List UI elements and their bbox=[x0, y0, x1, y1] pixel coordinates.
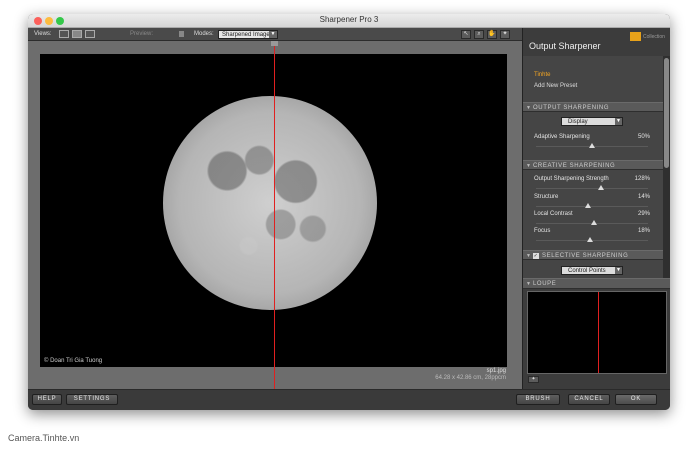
loupe-header[interactable]: ▼ LOUPE bbox=[523, 278, 670, 289]
split-preview-button[interactable] bbox=[72, 30, 82, 38]
logo-text: Collection bbox=[643, 34, 665, 40]
modes-dropdown-value: Sharpened Image bbox=[222, 32, 270, 38]
controls-scroll-area[interactable]: Tinhte Add New Preset ▼ OUTPUT SHARPENIN… bbox=[523, 56, 663, 278]
creative-sharpening-header[interactable]: ▼ CREATIVE SHARPENING bbox=[523, 160, 663, 170]
output-sharpening-header[interactable]: ▼ OUTPUT SHARPENING bbox=[523, 102, 663, 112]
views-label: Views: bbox=[34, 31, 52, 37]
slider-label: Structure bbox=[534, 194, 559, 200]
window-title: Sharpener Pro 3 bbox=[319, 15, 379, 24]
loupe-pin-button[interactable]: ✦ bbox=[528, 376, 539, 383]
structure-slider[interactable] bbox=[536, 206, 648, 207]
watermark-text: Camera.Tinhte.vn bbox=[8, 433, 80, 443]
slider-value: 50% bbox=[637, 134, 650, 140]
single-view-button[interactable] bbox=[59, 30, 69, 38]
loupe-split-line bbox=[598, 292, 599, 373]
output-strength-thumb[interactable] bbox=[597, 185, 604, 190]
cancel-button[interactable]: CANCEL bbox=[568, 394, 610, 405]
panel-scrollbar[interactable] bbox=[663, 56, 670, 278]
selective-sharpening-header[interactable]: ▼ ✓ SELECTIVE SHARPENING bbox=[523, 250, 663, 260]
chevron-down-icon: ▼ bbox=[615, 267, 622, 274]
bottom-bar: HELP SETTINGS BRUSH CANCEL OK bbox=[28, 389, 670, 410]
preview-lock-icon[interactable] bbox=[179, 31, 184, 37]
preset-tinhte[interactable]: Tinhte bbox=[534, 72, 550, 78]
ok-button[interactable]: OK bbox=[615, 394, 657, 405]
collapse-arrow-icon: ▼ bbox=[526, 105, 532, 111]
loupe-view bbox=[527, 291, 667, 374]
focus-thumb[interactable] bbox=[586, 237, 593, 242]
file-dimensions: 64.28 x 42.86 cm, 28ppcm bbox=[435, 375, 506, 381]
zoom-tool-icon[interactable]: ⌕ bbox=[474, 30, 484, 39]
selective-sharpening-checkbox[interactable]: ✓ bbox=[533, 253, 539, 259]
add-new-preset[interactable]: Add New Preset bbox=[534, 83, 577, 89]
help-button[interactable]: HELP bbox=[32, 394, 62, 405]
arrow-tool-icon[interactable]: ↖ bbox=[461, 30, 471, 39]
collapse-arrow-icon: ▼ bbox=[526, 281, 532, 287]
split-line[interactable] bbox=[274, 41, 275, 389]
title-bar: Sharpener Pro 3 bbox=[28, 14, 670, 28]
logo-badge bbox=[630, 32, 641, 41]
image-copyright: © Doan Tri Gia Tuong bbox=[44, 358, 103, 364]
preview-canvas[interactable]: © Doan Tri Gia Tuong sp1.jpg 64.28 x 42.… bbox=[28, 41, 522, 389]
brush-button[interactable]: BRUSH bbox=[516, 394, 560, 405]
slider-value: 18% bbox=[637, 228, 650, 234]
structure-thumb[interactable] bbox=[584, 203, 591, 208]
control-points-dropdown[interactable]: Control Points ▼ bbox=[561, 266, 623, 275]
local-contrast-thumb[interactable] bbox=[591, 220, 598, 225]
slider-label: Output Sharpening Strength bbox=[534, 176, 609, 182]
collapse-arrow-icon: ▼ bbox=[526, 163, 532, 169]
preview-label: Preview: bbox=[130, 31, 154, 37]
output-strength-slider[interactable] bbox=[536, 188, 648, 189]
modes-dropdown[interactable]: Sharpened Image ▼ bbox=[218, 30, 278, 39]
file-info: sp1.jpg 64.28 x 42.86 cm, 28ppcm bbox=[435, 368, 506, 382]
panel-scrollbar-thumb[interactable] bbox=[664, 58, 669, 168]
collection-logo: Collection bbox=[630, 32, 665, 42]
slider-value: 29% bbox=[637, 211, 650, 217]
settings-button[interactable]: SETTINGS bbox=[66, 394, 118, 405]
top-toolbar: Views: Preview: Modes: Sharpened Image ▼… bbox=[28, 28, 522, 41]
panel-title: Output Sharpener bbox=[529, 41, 601, 51]
collapse-arrow-icon: ▼ bbox=[526, 253, 532, 259]
adaptive-sharpening-thumb[interactable] bbox=[589, 143, 595, 148]
hand-tool-icon[interactable]: ✋ bbox=[487, 30, 497, 39]
slider-value: 128% bbox=[634, 176, 650, 182]
modes-label: Modes: bbox=[194, 31, 214, 37]
chevron-down-icon: ▼ bbox=[269, 31, 277, 38]
split-handle[interactable] bbox=[271, 41, 278, 46]
slider-label: Local Contrast bbox=[534, 211, 573, 217]
moon-image bbox=[163, 96, 377, 310]
slider-label: Focus bbox=[534, 228, 551, 234]
slider-label: Adaptive Sharpening bbox=[534, 134, 590, 140]
slider-value: 14% bbox=[637, 194, 650, 200]
right-panel: Collection Output Sharpener Tinhte Add N… bbox=[522, 28, 670, 389]
chevron-down-icon: ▼ bbox=[615, 118, 622, 125]
pin-tool-icon[interactable]: ✦ bbox=[500, 30, 510, 39]
side-by-side-view-button[interactable] bbox=[85, 30, 95, 38]
output-type-dropdown[interactable]: Display ▼ bbox=[561, 117, 623, 126]
file-name: sp1.jpg bbox=[486, 368, 506, 374]
app-window: Sharpener Pro 3 Views: Preview: Modes: S… bbox=[28, 14, 670, 410]
